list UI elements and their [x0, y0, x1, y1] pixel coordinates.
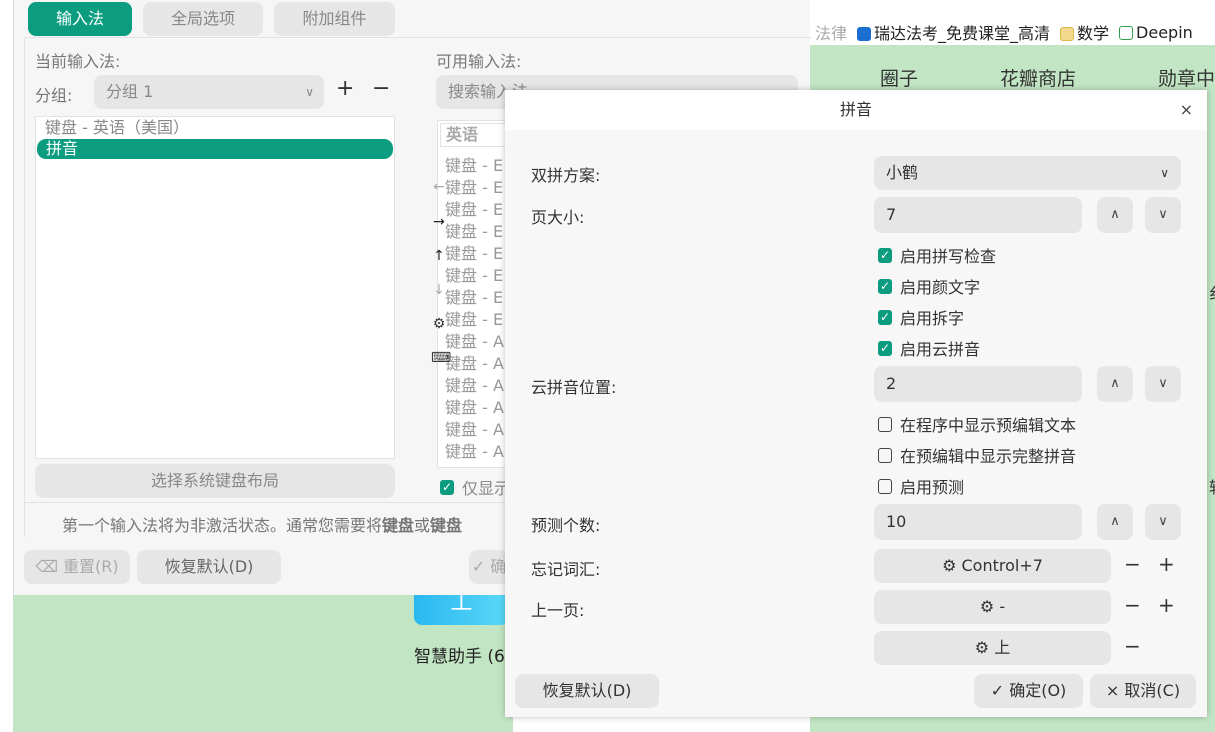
site-nav: 圈子 花瓣商店 勋章中 [880, 64, 1215, 91]
decrement-button[interactable]: ∨ [1145, 504, 1181, 540]
cancel-button[interactable]: × 取消(C) [1090, 674, 1196, 708]
forget-word-key-button[interactable]: ⚙ Control+7 [874, 549, 1111, 583]
checkbox-unchecked-icon [878, 478, 892, 494]
increment-button[interactable]: ∧ [1097, 197, 1133, 233]
current-im-list: 键盘 - 英语（美国） 拼音 [35, 116, 395, 459]
show-preedit-checkbox[interactable]: 在程序中显示预编辑文本 [878, 412, 1076, 436]
current-im-label: 当前输入法: [35, 52, 121, 71]
prev-page-key-button[interactable]: ⚙ 上 [874, 631, 1111, 665]
gear-icon: ⚙ [979, 597, 1000, 616]
list-item-selected[interactable]: 拼音 [37, 139, 393, 159]
checkbox-unchecked-icon [878, 447, 892, 463]
restore-defaults-button[interactable]: 恢复默认(D) [137, 550, 281, 584]
nav-circle[interactable]: 圈子 [880, 64, 918, 91]
add-key-button[interactable]: + [1158, 593, 1175, 617]
group-value: 分组 1 [106, 82, 154, 101]
available-im-label: 可用输入法: [436, 52, 522, 71]
chevron-down-icon: ∨ [1160, 166, 1169, 180]
remove-group-button[interactable]: − [372, 76, 390, 101]
twnz-icon [1119, 25, 1134, 40]
arrow-right-icon[interactable]: → [431, 214, 447, 230]
pinyin-settings-dialog: 拼音 × 双拼方案: 小鹤 ∨ 页大小: 7 ∧ ∨ ✓ 启用拼写检查 ✓ 启用颜文字… [505, 90, 1207, 717]
shuangpin-select[interactable]: 小鹤 ∨ [874, 156, 1181, 190]
list-item[interactable]: 键盘 - 英语（美国） [36, 117, 394, 139]
gear-icon: ⚙ [942, 556, 962, 575]
gear-icon: ⚙ [974, 638, 995, 657]
emoji-checkbox[interactable]: ✓ 启用颜文字 [878, 274, 980, 298]
remove-key-button[interactable]: − [1124, 552, 1141, 576]
tab-global-options[interactable]: 全局选项 [143, 2, 263, 36]
checkbox-checked-icon: ✓ [878, 247, 892, 263]
hint-text: 第一个输入法将为非激活状态。通常您需要将键盘或键盘 [62, 516, 463, 535]
checkbox-unchecked-icon [878, 416, 892, 432]
keyboard-icon[interactable]: ⌨ [431, 350, 451, 366]
checkbox-checked-icon: ✓ [440, 479, 454, 495]
dialog-title: 拼音 [505, 90, 1207, 130]
backspace-icon: ⌫ [35, 557, 64, 576]
add-group-button[interactable]: + [336, 76, 354, 101]
add-key-button[interactable]: + [1158, 552, 1175, 576]
checkbox-checked-icon: ✓ [878, 309, 892, 325]
gear-icon[interactable]: ⚙ [431, 316, 447, 332]
increment-button[interactable]: ∧ [1097, 366, 1133, 402]
folder-icon [1060, 27, 1075, 41]
page-size-label: 页大小: [531, 208, 585, 227]
bookmark-law[interactable]: 法律 [815, 20, 847, 44]
prediction-checkbox[interactable]: 启用预测 [878, 474, 964, 498]
decrement-button[interactable]: ∨ [1145, 366, 1181, 402]
only-show-checkbox[interactable]: ✓ 仅显示 [440, 475, 510, 499]
bookmarks-bar: 法律 瑞达法考_免费课堂_高清 数学 Deepin [815, 20, 1193, 44]
bookmark-ruida[interactable]: 瑞达法考_免费课堂_高清 [857, 20, 1050, 44]
cloud-pinyin-checkbox[interactable]: ✓ 启用云拼音 [878, 336, 980, 360]
spellcheck-checkbox[interactable]: ✓ 启用拼写检查 [878, 243, 996, 267]
decrement-button[interactable]: ∨ [1145, 197, 1181, 233]
select-keyboard-layout-button[interactable]: 选择系统键盘布局 [35, 464, 395, 498]
shuangpin-label: 双拼方案: [531, 166, 601, 185]
remove-key-button[interactable]: − [1124, 634, 1141, 658]
checkbox-checked-icon: ✓ [878, 278, 892, 294]
full-pinyin-checkbox[interactable]: 在预编辑中显示完整拼音 [878, 443, 1076, 467]
cloud-pos-input[interactable]: 2 [874, 366, 1082, 402]
bookmark-deepin[interactable]: Deepin [1119, 23, 1193, 42]
chevron-down-icon: ∨ [305, 85, 314, 99]
nav-medals[interactable]: 勋章中 [1158, 64, 1215, 91]
close-icon[interactable]: × [1180, 90, 1193, 130]
bookmark-math[interactable]: 数学 [1060, 20, 1109, 44]
predict-count-label: 预测个数: [531, 516, 601, 535]
ok-button[interactable]: ✓ 确定(O) [974, 674, 1083, 708]
nav-store[interactable]: 花瓣商店 [1000, 64, 1076, 91]
predict-count-input[interactable]: 10 [874, 504, 1082, 540]
app-tile-label[interactable]: 智慧助手 (6 [414, 642, 505, 667]
restore-defaults-button[interactable]: 恢复默认(D) [515, 674, 659, 708]
group-select[interactable]: 分组 1 ∨ [94, 75, 324, 109]
chaizi-checkbox[interactable]: ✓ 启用拆字 [878, 305, 964, 329]
increment-button[interactable]: ∧ [1097, 504, 1133, 540]
arrow-down-icon[interactable]: ↓ [431, 282, 447, 298]
arrow-left-icon[interactable]: ← [431, 179, 447, 195]
edge-text: 纟 [1209, 280, 1215, 304]
divider [25, 502, 520, 503]
remove-key-button[interactable]: − [1124, 593, 1141, 617]
cloud-pos-label: 云拼音位置: [531, 378, 617, 397]
tab-input-method[interactable]: 输入法 [28, 2, 132, 36]
arrow-up-icon[interactable]: ↑ [431, 248, 447, 264]
ok-button[interactable]: ✓ 确 [469, 550, 509, 584]
prev-page-key-button[interactable]: ⚙ - [874, 590, 1111, 624]
tab-addons[interactable]: 附加组件 [274, 2, 395, 36]
edge-text: 轩 [1209, 474, 1215, 498]
reset-button[interactable]: ⌫ 重置(R) [24, 550, 130, 584]
forget-word-label: 忘记词汇: [531, 560, 601, 579]
group-label: 分组: [35, 86, 73, 105]
app-tile-icon[interactable]: 丄 [414, 590, 509, 625]
prev-page-label: 上一页: [531, 601, 585, 620]
checkbox-checked-icon: ✓ [878, 340, 892, 356]
r-logo-icon [857, 27, 872, 41]
page-size-input[interactable]: 7 [874, 197, 1082, 233]
